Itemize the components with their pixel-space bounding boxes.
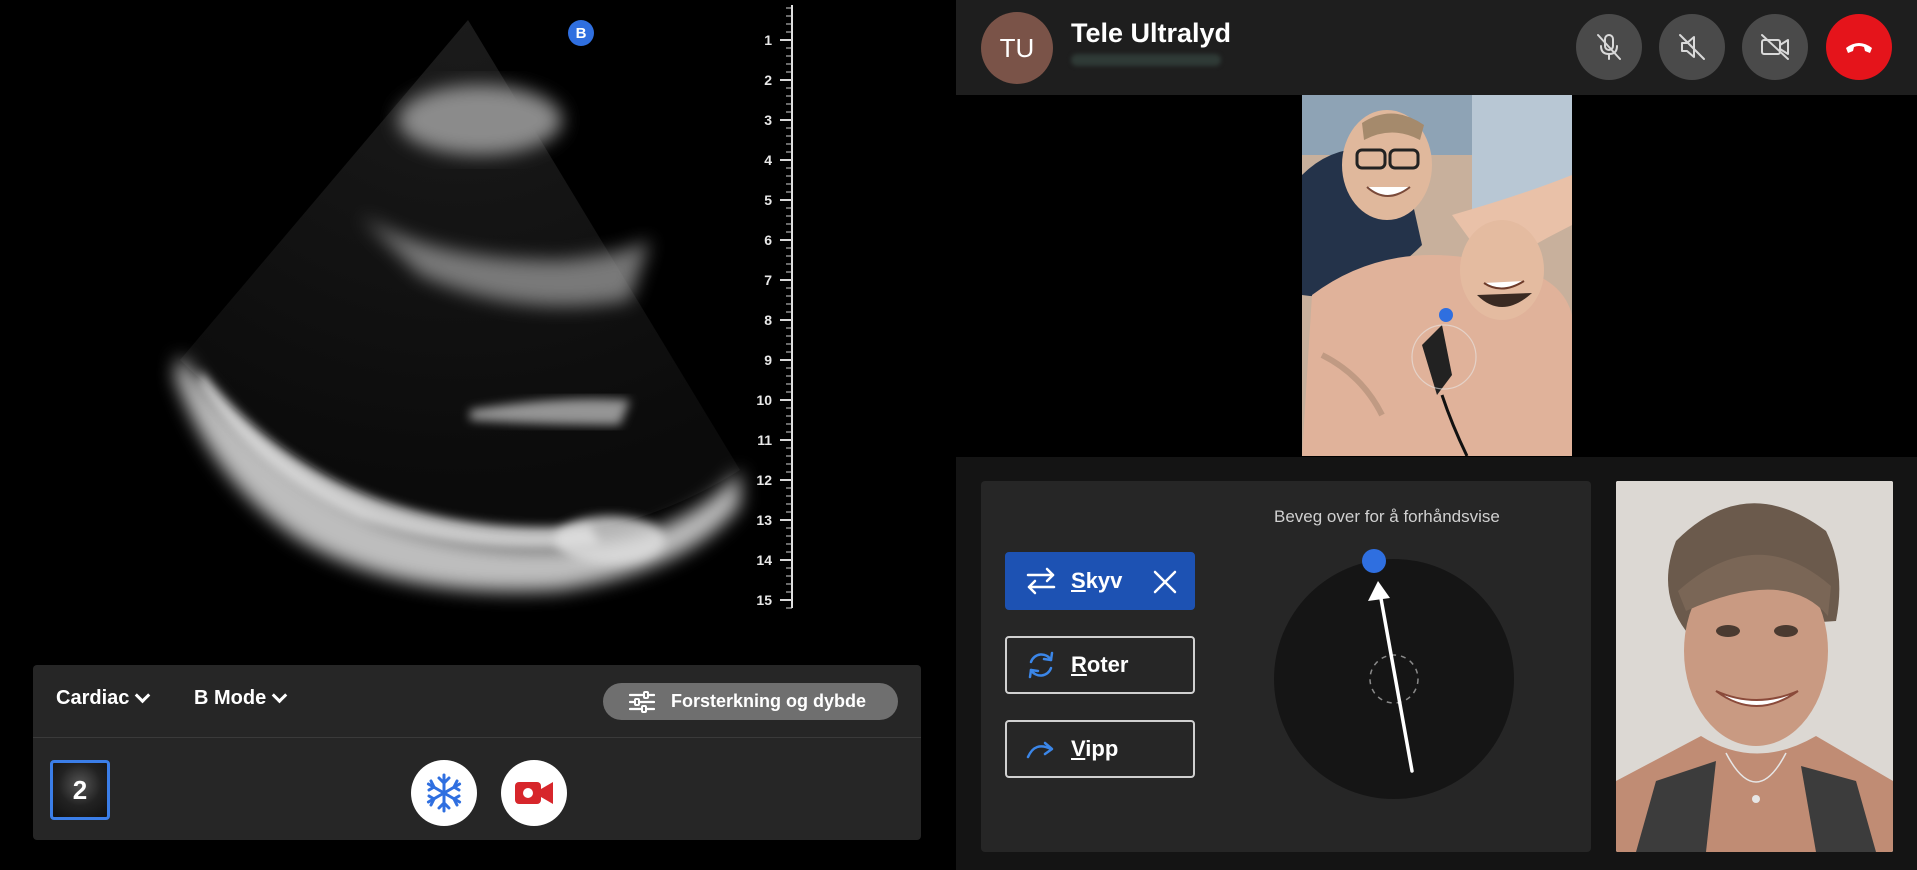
depth-label: 2 [764,72,772,88]
tilt-guidance-label-first: V [1071,736,1086,761]
chevron-down-icon [271,687,288,704]
depth-label: 8 [764,312,772,328]
probe-orientation-marker: B [568,20,594,46]
depth-label: 7 [764,272,772,288]
swap-arrows-icon [1026,567,1056,595]
snowflake-icon [426,773,462,813]
remote-video-feed [1302,95,1572,456]
depth-label: 9 [764,352,772,368]
hang-up-icon [1846,43,1872,53]
mode-dropdown[interactable]: B Mode [194,687,288,710]
record-button[interactable] [501,760,567,826]
depth-label: 6 [764,232,772,248]
depth-label: 15 [756,592,772,608]
preset-dropdown[interactable]: Cardiac [56,687,151,710]
video-record-icon [515,782,553,804]
slide-guidance-label-first: S [1071,568,1086,593]
clip-count: 2 [72,774,88,805]
camera-toggle-button[interactable] [1742,14,1808,80]
depth-label: 13 [756,512,772,528]
rotate-guidance-button[interactable]: Roter [1005,636,1195,694]
call-header: TU Tele Ultralyd [956,0,1917,95]
slide-guidance-button[interactable]: Skyv [1005,552,1195,610]
remote-video-area [956,95,1917,457]
mode-label: B Mode [194,687,267,709]
depth-label: 4 [764,152,772,168]
tilt-arrow-icon [1026,741,1054,759]
depth-label: 3 [764,112,772,128]
rotate-guidance-label-first: R [1071,652,1087,677]
self-video-image [1616,481,1893,852]
mic-off-icon [1597,34,1621,60]
call-title: Tele Ultralyd [1071,18,1232,48]
slide-guidance-label-rest: kyv [1085,568,1123,593]
scan-controls: Cardiac B Mode Forsterkning og dybde 2 [33,665,921,840]
rotate-guidance-label: Roter [1071,652,1128,678]
depth-label: 12 [756,472,772,488]
direction-arrow [1378,591,1414,773]
close-icon[interactable] [1151,568,1179,596]
direction-dial-graphic [1362,549,1419,773]
speaker-off-icon [1679,34,1705,60]
mute-microphone-button[interactable] [1576,14,1642,80]
direction-dial[interactable] [1274,549,1514,799]
direction-handle[interactable] [1362,549,1386,573]
remote-video-image [1302,95,1572,456]
camera-off-icon [1761,34,1789,60]
slide-guidance-label: Skyv [1071,568,1122,594]
chevron-down-icon [135,687,151,704]
depth-scale: 1 2 3 4 5 6 7 8 9 10 11 12 13 14 15 [740,0,800,610]
probe-guidance-panel: Skyv Roter Vipp Beveg over for å forhånd… [981,481,1591,852]
ultrasound-panel: B 1 2 3 4 5 6 7 8 9 10 11 12 13 14 15 Cardiac B Mode [0,0,956,870]
gain-depth-label: Forsterkning og dybde [671,691,867,711]
avatar: TU [981,12,1053,84]
preview-hint: Beveg over for å forhåndsvise [1274,507,1500,526]
preset-label: Cardiac [56,687,130,709]
rotate-guidance-label-rest: oter [1086,652,1129,677]
call-panel: TU Tele Ultralyd Skyv Roter Vipp Beveg o… [956,0,1917,870]
call-subtitle-blurred [1071,54,1221,66]
depth-label: 11 [757,432,772,448]
tilt-guidance-button[interactable]: Vipp [1005,720,1195,778]
tilt-guidance-label: Vipp [1071,736,1118,762]
freeze-button[interactable] [411,760,477,826]
sliders-icon [629,690,655,713]
saved-clips-thumbnail[interactable]: 2 [50,760,110,820]
tilt-guidance-label-rest: ipp [1085,736,1119,761]
ultrasound-image [175,20,740,592]
scan-controls-top-row: Cardiac B Mode Forsterkning og dybde [33,665,921,738]
self-video-feed [1616,481,1893,852]
app-root: B 1 2 3 4 5 6 7 8 9 10 11 12 13 14 15 Cardiac B Mode [0,0,1917,870]
end-call-button[interactable] [1826,14,1892,80]
depth-label: 14 [756,552,772,568]
rotate-icon [1028,651,1054,679]
depth-label: 1 [764,32,772,48]
depth-label: 5 [764,192,772,208]
depth-label: 10 [756,392,772,408]
gain-depth-button[interactable]: Forsterkning og dybde [603,683,898,720]
mute-speaker-button[interactable] [1659,14,1725,80]
direction-arrowhead [1368,581,1390,601]
